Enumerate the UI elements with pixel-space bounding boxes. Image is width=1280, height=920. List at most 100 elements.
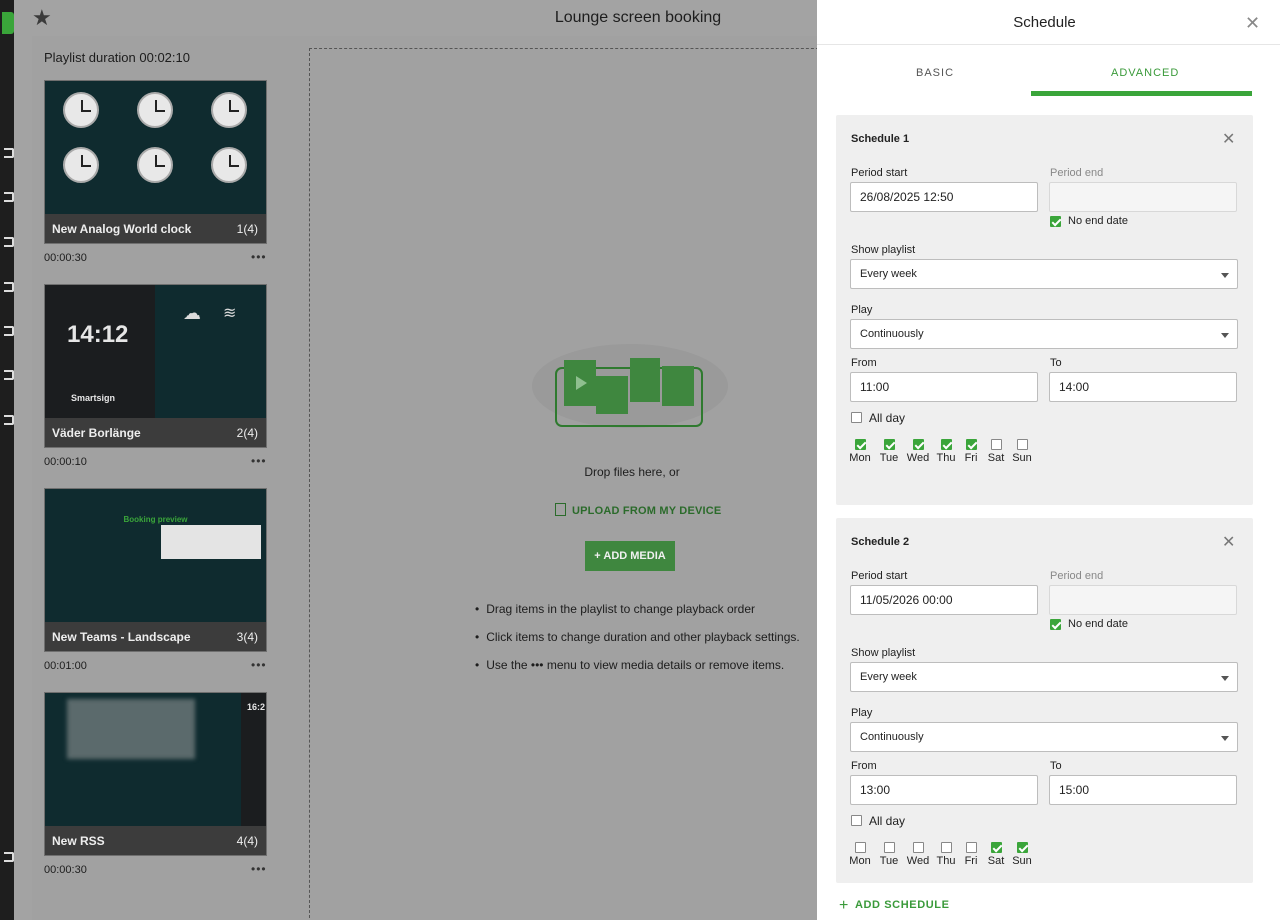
users-icon[interactable] — [4, 326, 14, 336]
period-start-label: Period start — [851, 570, 908, 582]
playlist-area: Playlist duration 00:02:10 New Analog Wo… — [32, 36, 839, 920]
playlist-hints: Drag items in the playlist to change pla… — [475, 602, 800, 686]
to-label: To — [1050, 357, 1062, 369]
day-tue[interactable]: Tue — [876, 842, 902, 867]
item-name: Väder Borlänge — [52, 426, 141, 440]
from-time-input[interactable]: 13:00 — [850, 775, 1038, 805]
more-menu-icon[interactable]: ••• — [251, 454, 267, 468]
from-label: From — [851, 760, 877, 772]
help-icon[interactable] — [4, 415, 14, 425]
all-day-checkbox[interactable] — [851, 815, 862, 826]
playlist-duration: Playlist duration 00:02:10 — [44, 50, 190, 65]
close-icon[interactable]: ✕ — [1245, 13, 1260, 34]
cloud-icon: ☁ — [183, 303, 201, 323]
day-thu[interactable]: Thu — [933, 842, 959, 867]
day-thu[interactable]: Thu — [933, 439, 959, 464]
day-fri[interactable]: Fri — [958, 439, 984, 464]
period-end-input — [1049, 182, 1237, 212]
caret-down-icon — [1221, 273, 1229, 278]
add-media-button[interactable]: + ADD MEDIA — [585, 541, 675, 571]
day-wed[interactable]: Wed — [905, 439, 931, 464]
schedule-title: Schedule 1 — [851, 133, 910, 145]
upload-from-device-link[interactable]: UPLOAD FROM MY DEVICE — [555, 503, 721, 517]
item-name: New RSS — [52, 834, 105, 848]
period-end-label: Period end — [1050, 570, 1104, 582]
clock-icon — [211, 147, 247, 183]
day-sun[interactable]: Sun — [1009, 842, 1035, 867]
day-sat[interactable]: Sat — [983, 439, 1009, 464]
hint-item: Drag items in the playlist to change pla… — [475, 602, 800, 616]
item-thumbnail: Booking preview — [45, 489, 266, 622]
playlist-item[interactable]: 14:12 Smartsign ☁ ≋ Väder Borlänge 2(4) — [44, 284, 267, 448]
thumb-heading: Booking preview — [123, 515, 188, 524]
clock-icon — [211, 92, 247, 128]
play-label: Play — [851, 304, 873, 316]
period-start-input[interactable]: 26/08/2025 12:50 — [850, 182, 1038, 212]
play-select[interactable]: Continuously — [850, 319, 1238, 349]
show-playlist-select[interactable]: Every week — [850, 662, 1238, 692]
day-mon[interactable]: Mon — [847, 842, 873, 867]
to-label: To — [1050, 760, 1062, 772]
playlist-item[interactable]: New Analog World clock 1(4) — [44, 80, 267, 244]
item-duration[interactable]: 00:01:00 — [44, 660, 87, 672]
thumb-brand: Smartsign — [71, 393, 116, 403]
day-wed[interactable]: Wed — [905, 842, 931, 867]
item-count: 1(4) — [236, 222, 258, 236]
no-end-date-checkbox[interactable] — [1050, 619, 1061, 630]
more-menu-icon[interactable]: ••• — [251, 250, 267, 264]
play-select[interactable]: Continuously — [850, 722, 1238, 752]
day-fri[interactable]: Fri — [958, 842, 984, 867]
day-mon[interactable]: Mon — [847, 439, 873, 464]
show-playlist-label: Show playlist — [851, 244, 916, 256]
app-header: ★ — [14, 0, 817, 36]
add-schedule-button[interactable]: + ADD SCHEDULE — [839, 897, 950, 915]
divider — [817, 44, 1280, 45]
clock-icon — [137, 92, 173, 128]
playlist-item[interactable]: Booking preview New Teams - Landscape 3(… — [44, 488, 267, 652]
item-name: New Teams - Landscape — [52, 630, 191, 644]
tab-advanced[interactable]: ADVANCED — [1111, 67, 1179, 79]
image-icon[interactable] — [4, 237, 14, 247]
item-duration[interactable]: 00:00:30 — [44, 252, 87, 264]
no-end-date-label: No end date — [1068, 215, 1128, 227]
brand-logo — [2, 12, 14, 34]
playlist-item[interactable]: 16:2 New RSS 4(4) — [44, 692, 267, 856]
more-menu-icon[interactable]: ••• — [251, 862, 267, 876]
show-playlist-label: Show playlist — [851, 647, 916, 659]
plus-icon: + — [839, 897, 849, 914]
from-label: From — [851, 357, 877, 369]
screen-icon[interactable] — [4, 148, 14, 158]
item-footer: New RSS 4(4) — [45, 826, 266, 855]
gear-icon[interactable] — [4, 370, 14, 380]
thumb-time: 14:12 — [67, 321, 129, 348]
day-sun[interactable]: Sun — [1009, 439, 1035, 464]
user-icon[interactable] — [4, 282, 14, 292]
wind-icon: ≋ — [223, 305, 237, 322]
schedule-card: Schedule 2 ✕ Period start Period end 11/… — [836, 518, 1253, 883]
day-tue[interactable]: Tue — [876, 439, 902, 464]
close-icon[interactable]: ✕ — [1222, 532, 1235, 552]
star-icon[interactable]: ★ — [32, 7, 52, 29]
more-menu-icon[interactable]: ••• — [251, 658, 267, 672]
item-thumbnail: 14:12 Smartsign ☁ ≋ — [45, 285, 266, 418]
item-duration[interactable]: 00:00:10 — [44, 456, 87, 468]
caret-down-icon — [1221, 736, 1229, 741]
tab-basic[interactable]: BASIC — [916, 67, 954, 79]
day-sat[interactable]: Sat — [983, 842, 1009, 867]
bell-icon[interactable] — [4, 852, 14, 862]
close-icon[interactable]: ✕ — [1222, 129, 1235, 149]
show-playlist-select[interactable]: Every week — [850, 259, 1238, 289]
to-time-input[interactable]: 14:00 — [1049, 372, 1237, 402]
media-dropzone[interactable]: Drop files here, or UPLOAD FROM MY DEVIC… — [309, 48, 839, 920]
schedule-title: Schedule 2 — [851, 536, 910, 548]
item-duration[interactable]: 00:00:30 — [44, 864, 87, 876]
period-start-input[interactable]: 11/05/2026 00:00 — [850, 585, 1038, 615]
no-end-date-checkbox[interactable] — [1050, 216, 1061, 227]
blurred-image — [67, 699, 195, 759]
panel-title: Schedule — [1013, 14, 1076, 31]
from-time-input[interactable]: 11:00 — [850, 372, 1038, 402]
no-end-date-label: No end date — [1068, 618, 1128, 630]
all-day-checkbox[interactable] — [851, 412, 862, 423]
playlist-icon[interactable] — [4, 192, 14, 202]
to-time-input[interactable]: 15:00 — [1049, 775, 1237, 805]
